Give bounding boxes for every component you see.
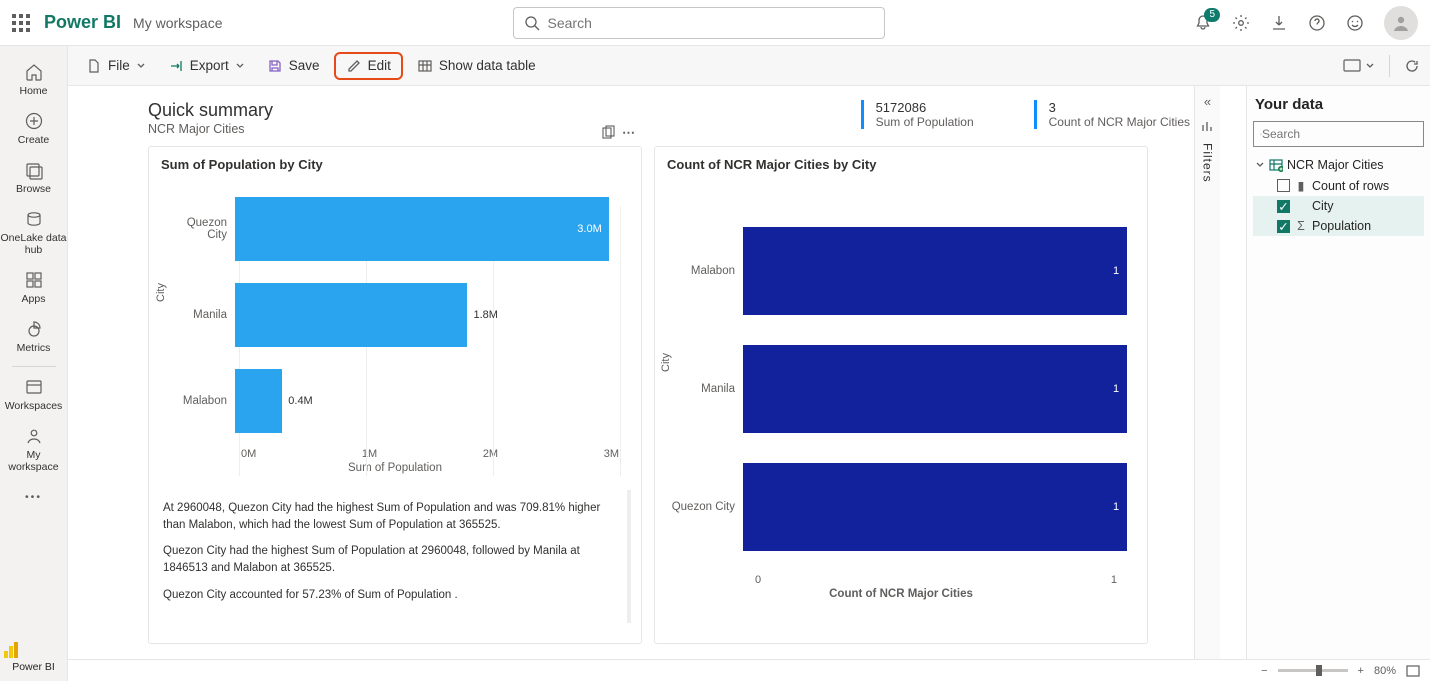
- chart-count-cities[interactable]: Count of NCR Major Cities by City City M…: [654, 146, 1148, 644]
- chart-title: Count of NCR Major Cities by City: [655, 147, 1147, 172]
- y-axis-label: City: [155, 283, 167, 302]
- rail-workspaces[interactable]: Workspaces: [0, 371, 67, 420]
- notification-badge: 5: [1204, 8, 1220, 22]
- help-icon: [1308, 14, 1326, 32]
- gear-icon: [1232, 14, 1250, 32]
- report-canvas: Quick summary NCR Major Cities 5172086Su…: [68, 86, 1220, 659]
- summary-title: Quick summary: [148, 100, 273, 121]
- rail-metrics[interactable]: Metrics: [0, 313, 67, 362]
- chart-insights: At 2960048, Quezon City had the highest …: [149, 490, 631, 623]
- workspace-breadcrumb[interactable]: My workspace: [133, 15, 222, 31]
- show-data-table-button[interactable]: Show data table: [409, 53, 544, 79]
- feedback-button[interactable]: [1346, 14, 1364, 32]
- pencil-icon: [346, 58, 362, 74]
- rail-apps[interactable]: Apps: [0, 264, 67, 313]
- chevron-down-icon: [136, 61, 146, 71]
- edit-button[interactable]: Edit: [334, 52, 403, 80]
- bar-row: Manila 1: [667, 330, 1135, 448]
- fit-to-page-icon[interactable]: [1406, 665, 1420, 677]
- kpi-sum-population: 5172086Sum of Population: [861, 100, 974, 129]
- chart-mini-icon: [1201, 119, 1215, 133]
- rail-more[interactable]: •••: [0, 485, 67, 511]
- brand-label: Power BI: [44, 12, 121, 33]
- table-icon: [1269, 158, 1283, 172]
- bar-row: Malabon 0.4M: [167, 358, 629, 444]
- save-icon: [267, 58, 283, 74]
- rail-onelake[interactable]: OneLake data hub: [0, 203, 67, 264]
- chevron-down-icon: [1365, 61, 1375, 71]
- expand-chevron-icon[interactable]: «: [1204, 94, 1211, 109]
- field-population[interactable]: ✓ Σ Population: [1253, 216, 1424, 236]
- field-city[interactable]: ✓ City: [1253, 196, 1424, 216]
- zoom-slider[interactable]: [1278, 669, 1348, 672]
- download-button[interactable]: [1270, 14, 1288, 32]
- zoom-in-button[interactable]: +: [1358, 665, 1364, 677]
- person-icon: [1391, 13, 1411, 33]
- table-node[interactable]: NCR Major Cities: [1253, 155, 1424, 175]
- left-rail: Home Create Browse OneLake data hub Apps…: [0, 46, 68, 681]
- global-search[interactable]: [513, 7, 885, 39]
- x-axis-label: Sum of Population: [161, 462, 629, 474]
- chart-sum-population[interactable]: ⋯ Sum of Population by City City Quezon …: [148, 146, 642, 644]
- filters-collapsed-tab[interactable]: « Filters: [1194, 86, 1220, 659]
- help-button[interactable]: [1308, 14, 1326, 32]
- rail-powerbi[interactable]: Power BI: [0, 639, 67, 673]
- rail-home[interactable]: Home: [0, 56, 67, 105]
- summary-header: Quick summary NCR Major Cities 5172086Su…: [68, 86, 1220, 140]
- bar-row: Malabon 1: [667, 212, 1135, 330]
- view-mode-button[interactable]: [1343, 59, 1375, 73]
- chevron-down-icon: [1255, 160, 1265, 170]
- notifications-button[interactable]: 5: [1194, 14, 1212, 32]
- download-icon: [1270, 14, 1288, 32]
- data-search-input[interactable]: [1262, 127, 1417, 141]
- y-axis-label: City: [660, 353, 672, 372]
- data-pane: Your data NCR Major Cities ▮ Count of ro…: [1246, 86, 1430, 659]
- rail-create[interactable]: Create: [0, 105, 67, 154]
- rail-my-workspace[interactable]: My workspace: [0, 420, 67, 481]
- copy-icon[interactable]: [600, 125, 616, 141]
- bar-row: Manila 1.8M: [167, 272, 629, 358]
- filters-label: Filters: [1201, 143, 1215, 183]
- summary-subtitle: NCR Major Cities: [148, 122, 273, 136]
- export-icon: [168, 58, 184, 74]
- top-bar: Power BI My workspace 5: [0, 0, 1430, 46]
- refresh-button[interactable]: [1404, 58, 1420, 74]
- data-pane-title: Your data: [1253, 96, 1424, 113]
- checkbox-icon[interactable]: ✓: [1277, 200, 1290, 213]
- export-menu[interactable]: Export: [160, 53, 253, 79]
- checkbox-icon[interactable]: ✓: [1277, 220, 1290, 233]
- bar-row: Quezon City 1: [667, 448, 1135, 566]
- checkbox-icon[interactable]: [1277, 179, 1290, 192]
- powerbi-icon: [0, 639, 22, 661]
- kpi-count-cities: 3Count of NCR Major Cities: [1034, 100, 1190, 129]
- status-bar: − + 80%: [68, 659, 1430, 681]
- chevron-down-icon: [235, 61, 245, 71]
- data-pane-search[interactable]: [1253, 121, 1424, 147]
- chart-title: Sum of Population by City: [149, 147, 641, 172]
- field-count-of-rows[interactable]: ▮ Count of rows: [1253, 175, 1424, 196]
- zoom-out-button[interactable]: −: [1261, 665, 1267, 677]
- more-icon[interactable]: ⋯: [622, 125, 635, 141]
- zoom-level: 80%: [1374, 665, 1396, 677]
- table-icon: [417, 58, 433, 74]
- report-toolbar: File Export Save Edit Show data table: [68, 46, 1430, 86]
- bar-row: Quezon City 3.0M: [167, 186, 629, 272]
- global-search-input[interactable]: [548, 15, 874, 31]
- smiley-icon: [1346, 14, 1364, 32]
- rail-browse[interactable]: Browse: [0, 154, 67, 203]
- account-avatar[interactable]: [1384, 6, 1418, 40]
- file-icon: [86, 58, 102, 74]
- screen-icon: [1343, 59, 1361, 73]
- settings-button[interactable]: [1232, 14, 1250, 32]
- search-icon: [524, 15, 540, 31]
- file-menu[interactable]: File: [78, 53, 154, 79]
- sigma-icon: Σ: [1294, 219, 1308, 233]
- app-launcher-icon[interactable]: [12, 14, 30, 32]
- measure-icon: ▮: [1294, 178, 1308, 193]
- save-button[interactable]: Save: [259, 53, 328, 79]
- refresh-icon: [1404, 58, 1420, 74]
- x-axis-label: Count of NCR Major Cities: [667, 588, 1135, 600]
